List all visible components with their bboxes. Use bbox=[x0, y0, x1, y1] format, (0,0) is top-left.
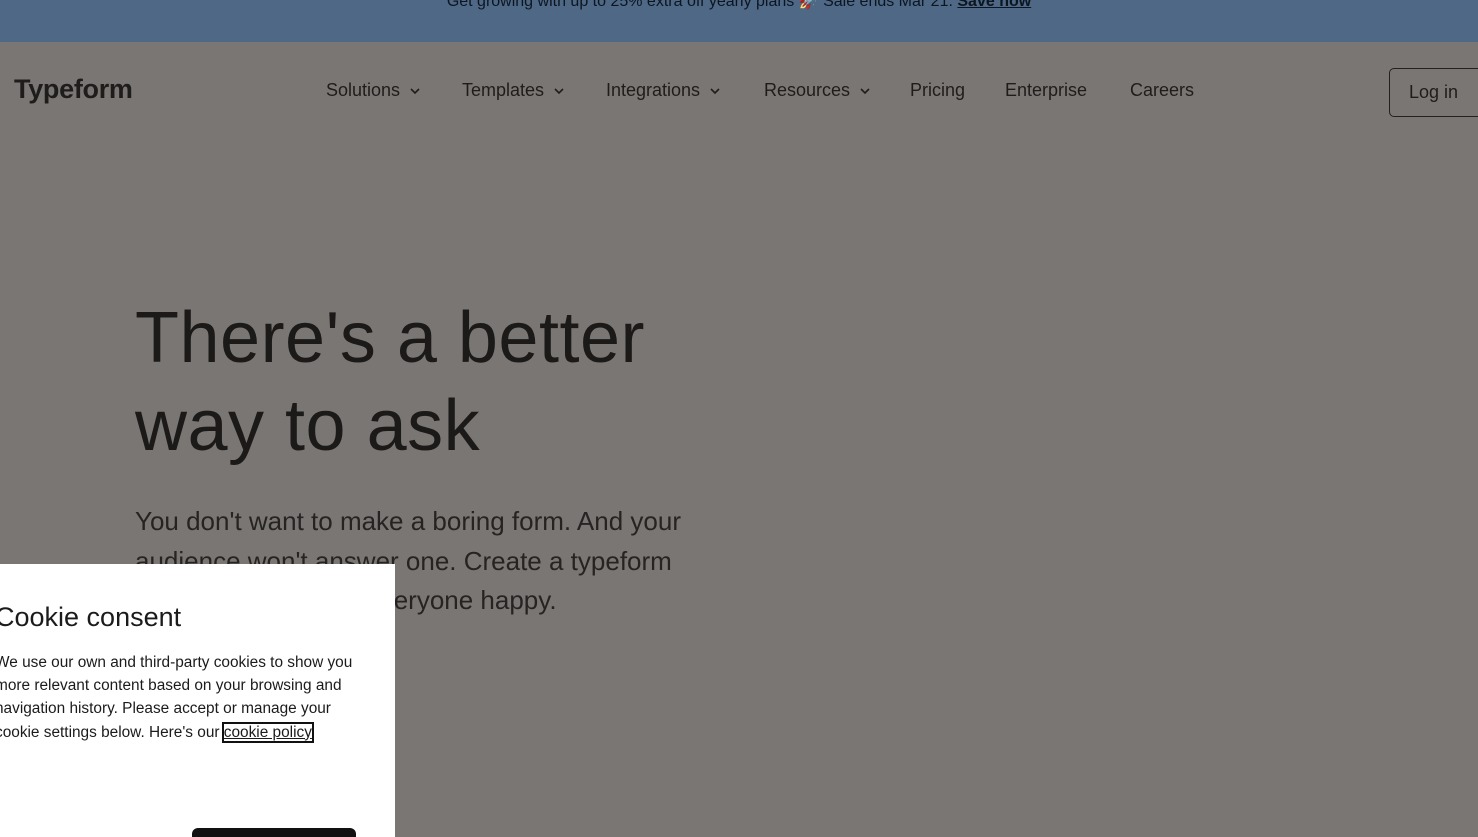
chevron-down-icon bbox=[860, 87, 870, 94]
nav-item-careers[interactable]: Careers bbox=[1130, 80, 1194, 101]
nav-item-enterprise[interactable]: Enterprise bbox=[1005, 80, 1087, 101]
chevron-down-icon bbox=[710, 87, 720, 94]
login-button[interactable]: Log in bbox=[1389, 68, 1478, 117]
hero-title: There's a better way to ask bbox=[135, 294, 755, 470]
cookie-primary-button[interactable] bbox=[192, 828, 356, 837]
nav-item-label: Resources bbox=[764, 80, 851, 100]
nav-item-solutions[interactable]: Solutions bbox=[326, 80, 422, 101]
promo-banner-text: Get growing with up to 25% extra off yea… bbox=[446, 0, 953, 10]
page: Get growing with up to 25% extra off yea… bbox=[0, 0, 1478, 837]
cookie-policy-link[interactable]: cookie policy bbox=[221, 721, 314, 743]
nav-item-label: Solutions bbox=[326, 80, 401, 100]
nav-item-resources[interactable]: Resources bbox=[764, 80, 872, 101]
nav-item-label: Integrations bbox=[606, 80, 701, 100]
typeform-logo[interactable]: Typeform bbox=[14, 74, 133, 105]
nav-item-pricing[interactable]: Pricing bbox=[910, 80, 965, 101]
nav-item-integrations[interactable]: Integrations bbox=[606, 80, 722, 101]
site-header: Typeform Solutions Templates Integration… bbox=[0, 42, 1478, 142]
promo-banner: Get growing with up to 25% extra off yea… bbox=[0, 0, 1478, 42]
nav-item-label: Careers bbox=[1130, 80, 1195, 100]
hero-title-line-2: way to ask bbox=[135, 386, 481, 466]
nav-item-label: Enterprise bbox=[1005, 80, 1088, 100]
cookie-dialog-body: We use our own and third-party cookies t… bbox=[0, 651, 355, 744]
hero-title-line-1: There's a better bbox=[135, 298, 645, 378]
chevron-down-icon bbox=[410, 87, 420, 94]
nav-item-label: Pricing bbox=[910, 80, 966, 100]
cookie-dialog-title: Cookie consent bbox=[0, 602, 182, 632]
promo-banner-content: Get growing with up to 25% extra off yea… bbox=[0, 0, 1478, 10]
nav-item-templates[interactable]: Templates bbox=[462, 80, 566, 101]
nav-item-label: Templates bbox=[462, 80, 545, 100]
cookie-consent-dialog: Cookie consent We use our own and third-… bbox=[0, 564, 395, 837]
save-now-link[interactable]: Save now bbox=[957, 0, 1031, 10]
chevron-down-icon bbox=[554, 87, 564, 94]
